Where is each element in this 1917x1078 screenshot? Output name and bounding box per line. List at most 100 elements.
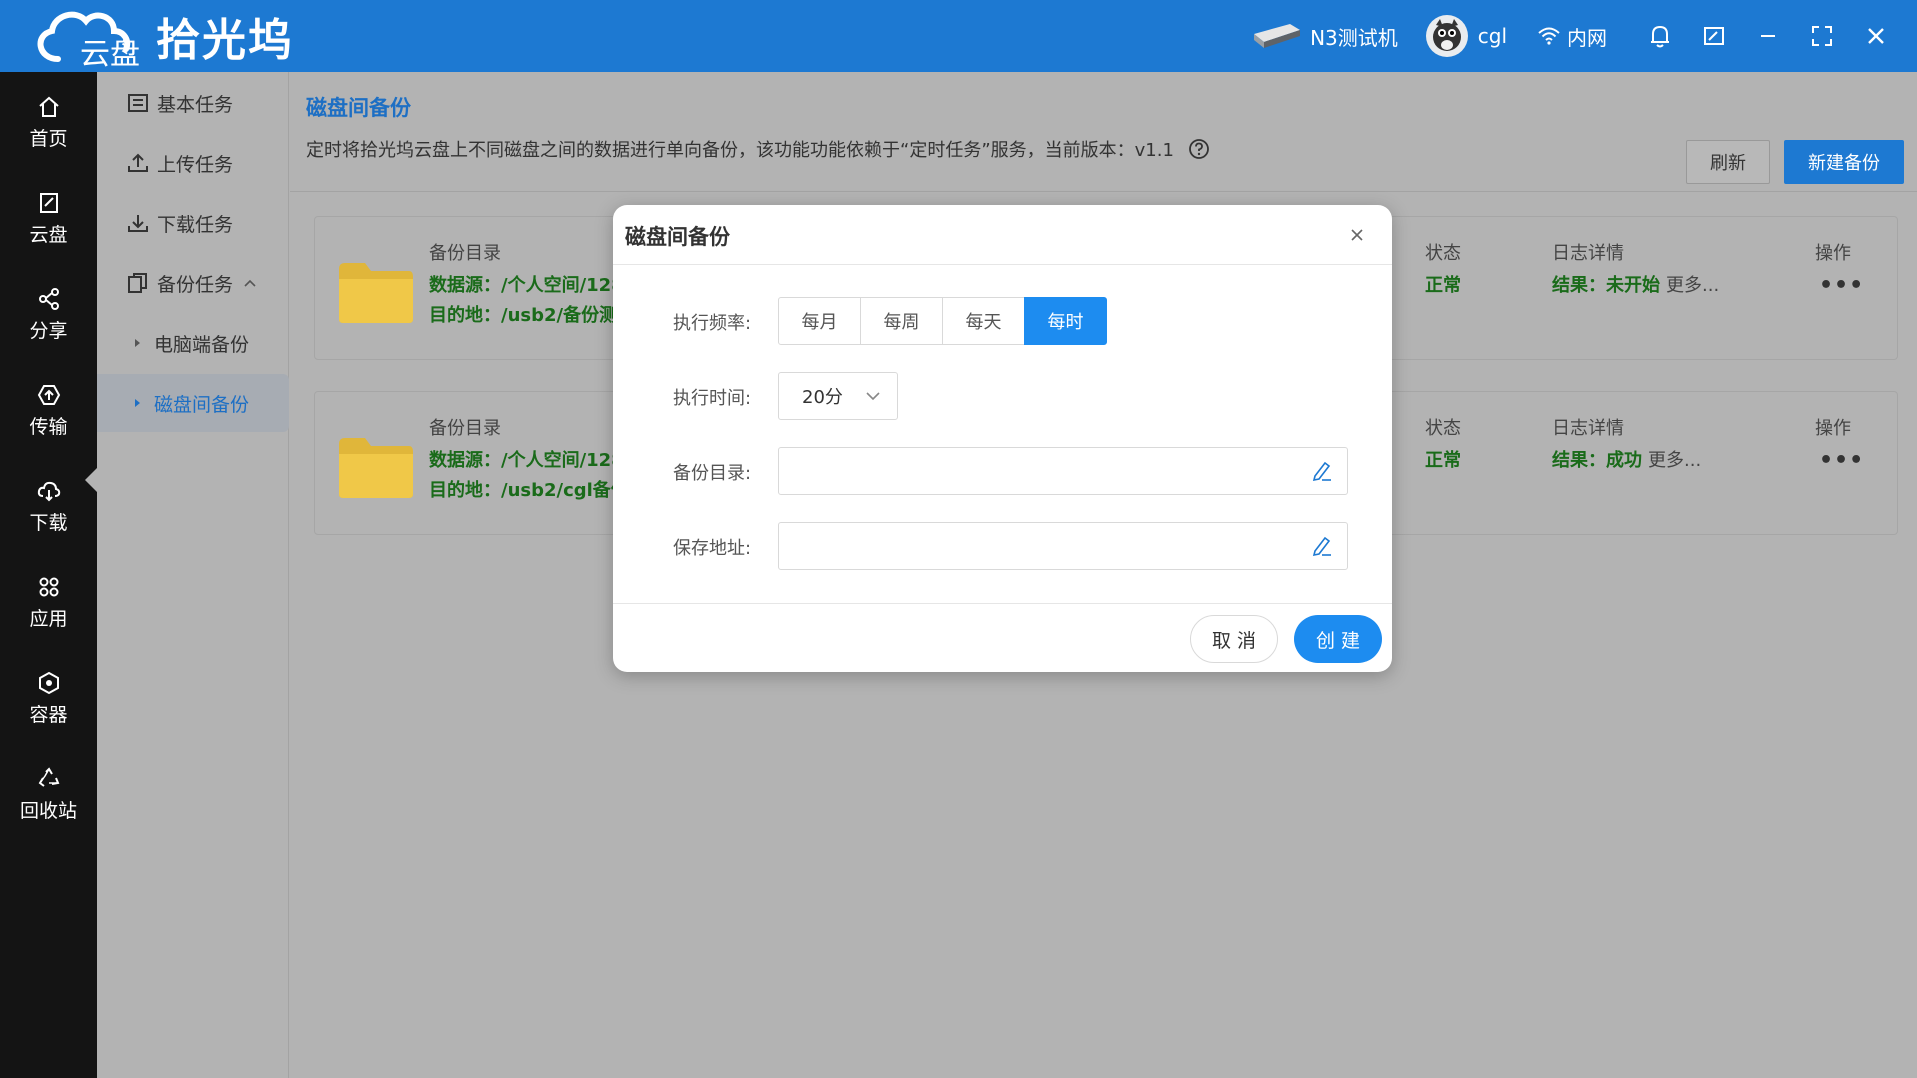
network-label: 内网 bbox=[1567, 25, 1607, 50]
upload-icon bbox=[128, 153, 148, 172]
avatar bbox=[1425, 15, 1468, 57]
card-source: 数据源：/个人空间/128 bbox=[429, 450, 624, 471]
user-menu[interactable]: cgl bbox=[1425, 15, 1507, 57]
operation-header: 操作 bbox=[1815, 243, 1851, 264]
nav-label: 分享 bbox=[29, 319, 68, 342]
log-detail: 结果：未开始 更多... bbox=[1552, 271, 1719, 297]
time-label: 执行时间: bbox=[673, 388, 752, 409]
description-text: 定时将拾光坞云盘上不同磁盘之间的数据进行单向备份，该功能功能依赖于“定时任务”服… bbox=[306, 140, 1174, 161]
freq-monthly-button[interactable]: 每月 bbox=[778, 297, 861, 345]
edit-pen-icon[interactable] bbox=[1309, 458, 1335, 484]
nav-item-home[interactable]: 首页 bbox=[0, 82, 97, 162]
more-actions-icon[interactable]: ••• bbox=[1819, 273, 1864, 298]
page-header: 磁盘间备份 定时将拾光坞云盘上不同磁盘之间的数据进行单向备份，该功能功能依赖于“… bbox=[290, 72, 1917, 192]
card-dir-label: 备份目录 bbox=[429, 418, 501, 439]
disk-icon bbox=[39, 192, 58, 213]
sub-item-label: 下载任务 bbox=[157, 213, 234, 236]
cancel-button[interactable]: 取 消 bbox=[1190, 615, 1278, 663]
cloud-logo-icon: 云盘 bbox=[28, 5, 140, 72]
card-destination: 目的地：/usb2/cgl备份 bbox=[429, 480, 629, 501]
frequency-selector: 每月 每周 每天 每时 bbox=[778, 297, 1107, 345]
sub-item-label: 备份任务 bbox=[157, 273, 234, 296]
sub-item-download-task[interactable]: 下载任务 bbox=[97, 194, 289, 252]
nav-item-share[interactable]: 分享 bbox=[0, 274, 97, 354]
nav-item-container[interactable]: 容器 bbox=[0, 658, 97, 738]
status-badge: 正常 bbox=[1425, 450, 1461, 471]
page-title: 磁盘间备份 bbox=[306, 96, 411, 120]
wifi-icon bbox=[1538, 27, 1560, 45]
device-name: N3测试机 bbox=[1310, 25, 1398, 50]
refresh-button[interactable]: 刷新 bbox=[1686, 140, 1770, 184]
main-nav: 首页 云盘 分享 传输 下载 应用 容器 回收站 bbox=[0, 72, 97, 1078]
more-actions-icon[interactable]: ••• bbox=[1819, 448, 1864, 473]
create-button[interactable]: 创 建 bbox=[1294, 615, 1382, 663]
home-icon bbox=[38, 96, 59, 117]
nav-label: 回收站 bbox=[19, 799, 77, 822]
card-dir-label: 备份目录 bbox=[429, 243, 501, 264]
backup-dir-field bbox=[778, 447, 1348, 495]
sub-item-label: 基本任务 bbox=[157, 93, 234, 116]
nav-item-disk[interactable]: 云盘 bbox=[0, 178, 97, 258]
nav-label: 云盘 bbox=[29, 223, 68, 246]
chevron-up-icon bbox=[244, 279, 256, 287]
nas-device-icon bbox=[1254, 24, 1301, 48]
status-header: 状态 bbox=[1425, 418, 1461, 439]
share-icon bbox=[38, 287, 59, 310]
new-backup-button[interactable]: 新建备份 bbox=[1784, 140, 1904, 184]
close-window-icon[interactable] bbox=[1863, 23, 1889, 49]
backup-dir-label: 备份目录: bbox=[673, 463, 752, 484]
app-name: 拾光坞 bbox=[156, 15, 294, 66]
top-bar-right: N3测试机 cgl 内网 bbox=[1250, 0, 1917, 72]
sub-item-disk-backup[interactable]: 磁盘间备份 bbox=[97, 374, 289, 432]
freq-weekly-button[interactable]: 每周 bbox=[860, 297, 943, 345]
sub-item-basic-task[interactable]: 基本任务 bbox=[97, 74, 289, 132]
status-badge: 正常 bbox=[1425, 275, 1461, 296]
nav-label: 应用 bbox=[29, 607, 68, 630]
status-header: 状态 bbox=[1425, 243, 1461, 264]
container-icon bbox=[38, 671, 59, 694]
folder-icon bbox=[339, 438, 413, 498]
save-path-input[interactable] bbox=[791, 523, 1301, 567]
sub-sidebar: 基本任务 上传任务 下载任务 备份任务 电脑端备份 磁盘间备份 bbox=[97, 72, 289, 1078]
network-status[interactable]: 内网 bbox=[1537, 22, 1607, 51]
log-header: 日志详情 bbox=[1552, 243, 1624, 264]
window-restore-icon[interactable] bbox=[1701, 23, 1727, 49]
page-description: 定时将拾光坞云盘上不同磁盘之间的数据进行单向备份，该功能功能依赖于“定时任务”服… bbox=[306, 136, 1210, 162]
nav-label: 首页 bbox=[29, 127, 68, 150]
nav-item-transfer[interactable]: 传输 bbox=[0, 370, 97, 450]
nav-label: 容器 bbox=[29, 703, 68, 726]
sub-item-label: 磁盘间备份 bbox=[154, 393, 250, 416]
log-header: 日志详情 bbox=[1552, 418, 1624, 439]
operation-header: 操作 bbox=[1815, 418, 1851, 439]
freq-daily-button[interactable]: 每天 bbox=[942, 297, 1025, 345]
nav-item-recycle[interactable]: 回收站 bbox=[0, 754, 97, 834]
edit-pen-icon[interactable] bbox=[1309, 533, 1335, 559]
help-icon[interactable] bbox=[1188, 138, 1210, 160]
nav-item-download[interactable]: 下载 bbox=[0, 466, 97, 546]
time-value: 20分 bbox=[802, 387, 843, 408]
notification-bell-icon[interactable] bbox=[1647, 23, 1673, 49]
logo-cloud-text: 云盘 bbox=[80, 37, 140, 72]
time-select[interactable]: 20分 bbox=[778, 372, 898, 420]
minimize-icon[interactable] bbox=[1755, 23, 1781, 49]
recycle-icon bbox=[38, 766, 59, 787]
log-more-link[interactable]: 更多... bbox=[1648, 446, 1701, 472]
sub-item-pc-backup[interactable]: 电脑端备份 bbox=[97, 314, 289, 372]
nav-active-pointer bbox=[85, 468, 97, 492]
nav-item-apps[interactable]: 应用 bbox=[0, 562, 97, 642]
log-more-link[interactable]: 更多... bbox=[1666, 271, 1719, 297]
dialog-title: 磁盘间备份 bbox=[625, 225, 730, 249]
log-result: 结果：未开始 bbox=[1552, 275, 1660, 296]
freq-hourly-button[interactable]: 每时 bbox=[1024, 297, 1107, 345]
device-selector[interactable]: N3测试机 bbox=[1250, 22, 1398, 51]
backup-dir-input[interactable] bbox=[791, 448, 1301, 492]
frequency-label: 执行频率: bbox=[673, 313, 752, 334]
app-logo: 云盘 拾光坞 bbox=[28, 4, 294, 72]
download-icon bbox=[128, 215, 148, 232]
sub-item-upload-task[interactable]: 上传任务 bbox=[97, 134, 289, 192]
dialog-header: 磁盘间备份 bbox=[613, 205, 1392, 265]
sub-item-backup-task[interactable]: 备份任务 bbox=[97, 254, 289, 312]
nav-label: 下载 bbox=[29, 511, 68, 534]
close-icon[interactable] bbox=[1347, 225, 1367, 245]
fullscreen-icon[interactable] bbox=[1809, 23, 1835, 49]
